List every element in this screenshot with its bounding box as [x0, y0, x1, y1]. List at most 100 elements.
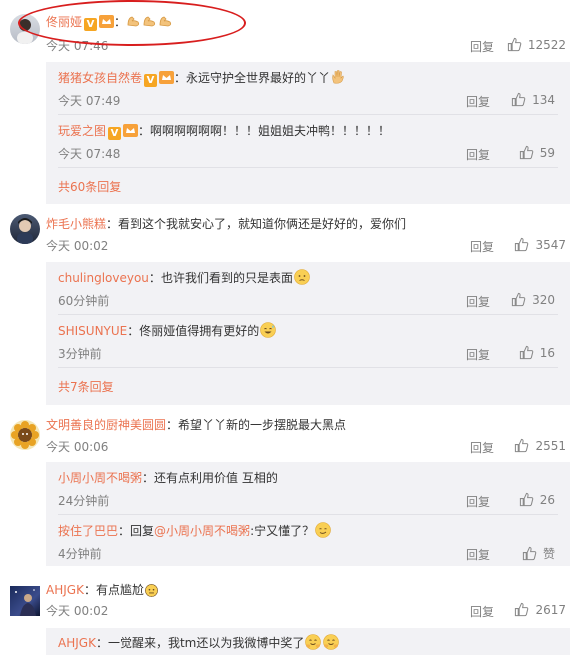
thumb-up-icon: [519, 345, 533, 360]
divider: [58, 167, 558, 168]
hug-face-emoji-icon: [305, 634, 322, 650]
more-replies-link[interactable]: 共7条回复: [58, 378, 114, 395]
reply-button[interactable]: 回复: [470, 38, 494, 55]
reply-username[interactable]: 猪猪女孩自然卷: [58, 71, 142, 85]
like-button[interactable]: 16: [519, 345, 555, 360]
member-crown-icon: [159, 70, 175, 84]
like-count: 59: [539, 145, 555, 160]
reply-time: 3分钟前: [58, 347, 102, 361]
reply-button[interactable]: 回复: [470, 439, 494, 456]
comment-time: 今天 00:06: [46, 440, 109, 454]
comment-time: 今天 00:02: [46, 604, 109, 618]
reply-time: 今天 07:48: [58, 147, 121, 161]
reply-username[interactable]: 按住了巴巴: [58, 524, 118, 538]
reply-text: 佟丽娅值得拥有更好的: [139, 324, 260, 338]
sweat-smile-emoji-icon: [260, 322, 277, 338]
like-count: 26: [539, 492, 555, 507]
reply-username[interactable]: 玩爱之图: [58, 124, 106, 138]
reply-text: 永远守护全世界最好的丫丫: [186, 71, 331, 85]
thumb-up-icon: [515, 237, 529, 252]
divider: [58, 514, 558, 515]
awkward-face-emoji-icon: [145, 584, 158, 597]
comment-text: 看到这个我就安心了，就知道你俩还是好好的，爱你们: [118, 217, 407, 231]
thumb-up-icon: [519, 145, 533, 160]
avatar[interactable]: [10, 420, 40, 450]
reply-text: :宁又懂了？: [250, 524, 315, 538]
reply-text: 还有点利用价值 互相的: [154, 471, 278, 485]
like-button[interactable]: 26: [519, 492, 555, 507]
comment-time: 今天 00:02: [46, 239, 109, 253]
comment-text: 希望丫丫新的一步摆脱最大黑点: [178, 418, 347, 432]
comment-text: 有点尴尬: [95, 583, 144, 597]
verified-v-icon: V: [84, 18, 98, 31]
hug-face-emoji-icon: [323, 634, 340, 650]
reply-time: 60分钟前: [58, 294, 110, 308]
confused-face-emoji-icon: [294, 269, 310, 285]
avatar[interactable]: [10, 586, 40, 616]
thumb-up-icon: [519, 492, 533, 507]
reply-list: AHJGK：一觉醒来，我tm还以为我微博中奖了: [46, 628, 570, 655]
reply-username[interactable]: chulingloveyou: [58, 271, 149, 285]
like-button[interactable]: 2617: [514, 602, 566, 617]
reply-text: 一觉醒来，我tm还以为我微博中奖了: [107, 636, 305, 650]
reply-button[interactable]: 回复: [470, 238, 494, 255]
like-button[interactable]: 2551: [514, 438, 566, 453]
member-crown-icon: [99, 14, 115, 28]
thumb-up-icon: [507, 37, 522, 52]
reply-button[interactable]: 回复: [470, 603, 494, 620]
comment-username[interactable]: AHJGK: [46, 583, 84, 597]
like-count: 2551: [535, 438, 566, 453]
thumb-up-icon: [515, 438, 529, 453]
like-count: 2617: [535, 602, 566, 617]
avatar[interactable]: [10, 14, 40, 44]
divider: [58, 367, 558, 368]
thumb-up-icon: [511, 92, 526, 107]
avatar[interactable]: [10, 214, 40, 244]
reply-time: 4分钟前: [58, 547, 102, 561]
reply-username[interactable]: 小周小周不喝粥: [58, 471, 142, 485]
reply-button[interactable]: 回复: [466, 546, 490, 563]
reply-button[interactable]: 回复: [466, 493, 490, 510]
more-replies-link[interactable]: 共60条回复: [58, 178, 121, 195]
like-button[interactable]: 赞: [522, 545, 555, 562]
divider: [58, 114, 558, 115]
like-count: 3547: [535, 237, 566, 252]
like-button[interactable]: 3547: [514, 237, 566, 252]
reply-time: 24分钟前: [58, 494, 110, 508]
reply-list: chulingloveyou：也许我们看到的只是表面 60分钟前 回复 320 …: [46, 262, 570, 405]
reply-text: 也许我们看到的只是表面: [160, 271, 293, 285]
reply-button[interactable]: 回复: [466, 346, 490, 363]
like-count: 12522: [527, 37, 566, 52]
reply-username[interactable]: AHJGK: [58, 636, 96, 650]
like-count: 134: [532, 92, 555, 107]
reply-button[interactable]: 回复: [466, 93, 490, 110]
like-button[interactable]: 134: [511, 92, 555, 107]
divider: [58, 314, 558, 315]
like-count: 赞: [542, 547, 555, 561]
member-crown-icon: [123, 123, 139, 137]
comment-username[interactable]: 炸毛小熊糕: [46, 217, 106, 231]
reply-time: 今天 07:49: [58, 94, 121, 108]
comment-username[interactable]: 文明善良的厨神美圆圆: [46, 418, 166, 432]
verified-v-icon: V: [144, 74, 158, 87]
reply-username[interactable]: SHISUNYUE: [58, 324, 127, 338]
like-button[interactable]: 320: [511, 292, 555, 307]
reply-button[interactable]: 回复: [466, 146, 490, 163]
thumb-up-icon: [515, 602, 529, 617]
thumb-up-icon: [511, 292, 526, 307]
smirk-face-emoji-icon: [315, 522, 331, 538]
mention-link[interactable]: @小周小周不喝粥: [154, 524, 250, 538]
hand-wave-emoji-icon: [332, 70, 344, 84]
muscle-emoji-icon: [126, 15, 174, 29]
like-button[interactable]: 12522: [507, 37, 566, 52]
like-count: 16: [539, 345, 555, 360]
like-count: 320: [532, 292, 555, 307]
comment-username[interactable]: 佟丽娅: [46, 15, 82, 29]
reply-button[interactable]: 回复: [466, 293, 490, 310]
like-button[interactable]: 59: [519, 145, 555, 160]
reply-list: 小周小周不喝粥：还有点利用价值 互相的 24分钟前 回复 26 按住了巴巴：回复…: [46, 462, 570, 566]
verified-v-icon: V: [108, 127, 122, 140]
comment-time: 今天 07:46: [46, 39, 109, 53]
reply-text: 啊啊啊啊啊啊！！！姐姐姐夫冲鸭！！！！！: [150, 124, 391, 138]
reply-list: 猪猪女孩自然卷 V ：永远守护全世界最好的丫丫 今天 07:49 回复 134 玩爱…: [46, 62, 570, 204]
